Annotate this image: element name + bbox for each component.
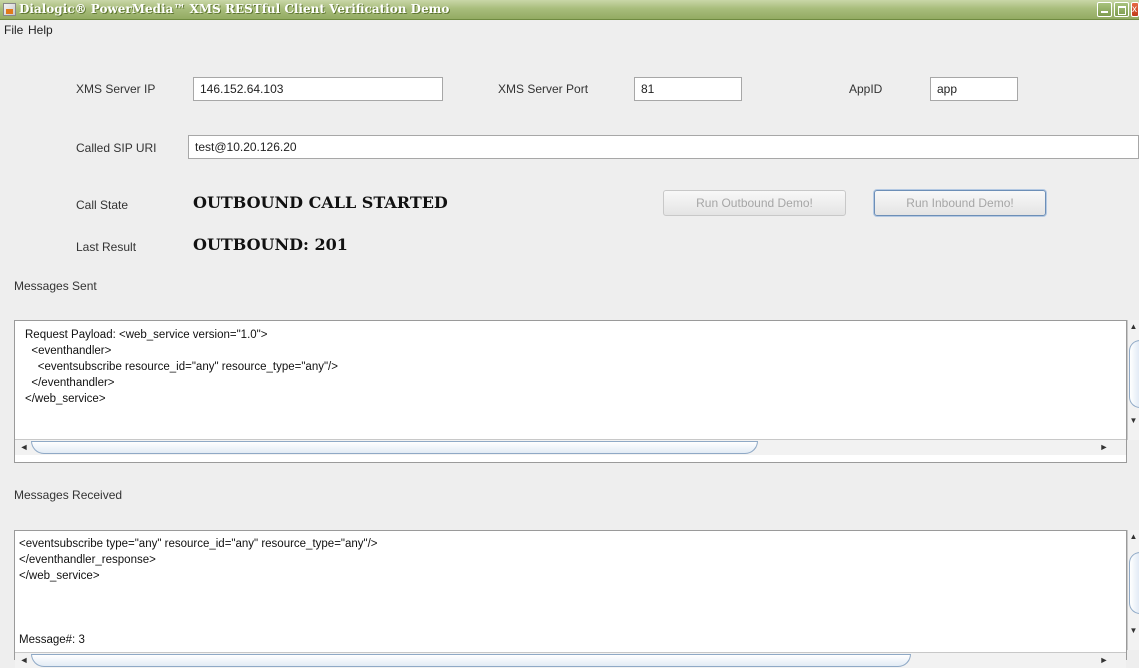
scroll-thumb[interactable]: [1129, 552, 1139, 614]
server-port-label: XMS Server Port: [498, 82, 589, 96]
scroll-down-arrow-icon[interactable]: ▼: [1128, 416, 1139, 426]
java-app-icon: [3, 3, 16, 16]
scroll-left-arrow-icon[interactable]: ◄: [17, 654, 31, 667]
scroll-right-arrow-icon[interactable]: ►: [1097, 441, 1111, 454]
received-line: </eventhandler_response>: [19, 554, 156, 566]
call-state-label: Call State: [76, 198, 129, 212]
sent-line: Request Payload: <web_service version="1…: [25, 329, 268, 341]
server-port-field[interactable]: 81: [634, 77, 742, 101]
maximize-button[interactable]: [1114, 2, 1129, 17]
scroll-up-arrow-icon[interactable]: ▲: [1128, 322, 1139, 332]
last-result-label: Last Result: [76, 240, 137, 254]
run-outbound-demo-button[interactable]: Run Outbound Demo!: [663, 190, 846, 216]
scroll-left-arrow-icon[interactable]: ◄: [17, 441, 31, 454]
last-result-value: OUTBOUND: 201: [193, 235, 348, 254]
sent-horizontal-scrollbar[interactable]: ◄ ►: [15, 439, 1126, 455]
sent-vertical-scrollbar[interactable]: ▲ ▼: [1127, 320, 1139, 440]
scroll-down-arrow-icon[interactable]: ▼: [1128, 626, 1139, 636]
received-line: <eventsubscribe type="any" resource_id="…: [19, 538, 378, 550]
sip-uri-field[interactable]: test@10.20.126.20: [188, 135, 1139, 159]
scroll-thumb[interactable]: [1129, 340, 1139, 408]
menu-bar: File Help: [0, 20, 1139, 40]
server-ip-field[interactable]: 146.152.64.103: [193, 77, 443, 101]
messages-sent-label: Messages Sent: [14, 279, 97, 293]
run-inbound-demo-button[interactable]: Run Inbound Demo!: [874, 190, 1046, 216]
messages-sent-panel[interactable]: Request Payload: <web_service version="1…: [14, 320, 1127, 463]
minimize-button[interactable]: [1097, 2, 1112, 17]
appid-label: AppID: [849, 82, 883, 96]
sent-line: </eventhandler>: [25, 377, 115, 389]
appid-field[interactable]: app: [930, 77, 1018, 101]
server-ip-label: XMS Server IP: [76, 82, 156, 96]
messages-received-panel[interactable]: <eventsubscribe type="any" resource_id="…: [14, 530, 1127, 668]
scroll-right-arrow-icon[interactable]: ►: [1097, 654, 1111, 667]
scroll-up-arrow-icon[interactable]: ▲: [1128, 532, 1139, 542]
menu-file[interactable]: File: [4, 23, 23, 37]
messages-received-label: Messages Received: [14, 488, 123, 502]
received-footer: Message#: 3: [19, 634, 85, 646]
close-button[interactable]: x: [1131, 2, 1139, 17]
received-horizontal-scrollbar[interactable]: ◄ ►: [15, 652, 1126, 668]
scroll-thumb[interactable]: [31, 654, 911, 667]
received-line: </web_service>: [19, 570, 100, 582]
sent-line: <eventhandler>: [25, 345, 112, 357]
call-state-value: OUTBOUND CALL STARTED: [193, 193, 448, 212]
menu-help[interactable]: Help: [28, 23, 53, 37]
sent-line: <eventsubscribe resource_id="any" resour…: [25, 361, 338, 373]
sent-line: </web_service>: [25, 393, 106, 405]
scroll-thumb[interactable]: [31, 441, 758, 454]
window-title: Dialogic® PowerMedia™ XMS RESTful Client…: [19, 2, 450, 16]
title-bar: Dialogic® PowerMedia™ XMS RESTful Client…: [0, 0, 1139, 20]
sip-uri-label: Called SIP URI: [76, 141, 157, 155]
received-vertical-scrollbar[interactable]: ▲ ▼: [1127, 530, 1139, 650]
